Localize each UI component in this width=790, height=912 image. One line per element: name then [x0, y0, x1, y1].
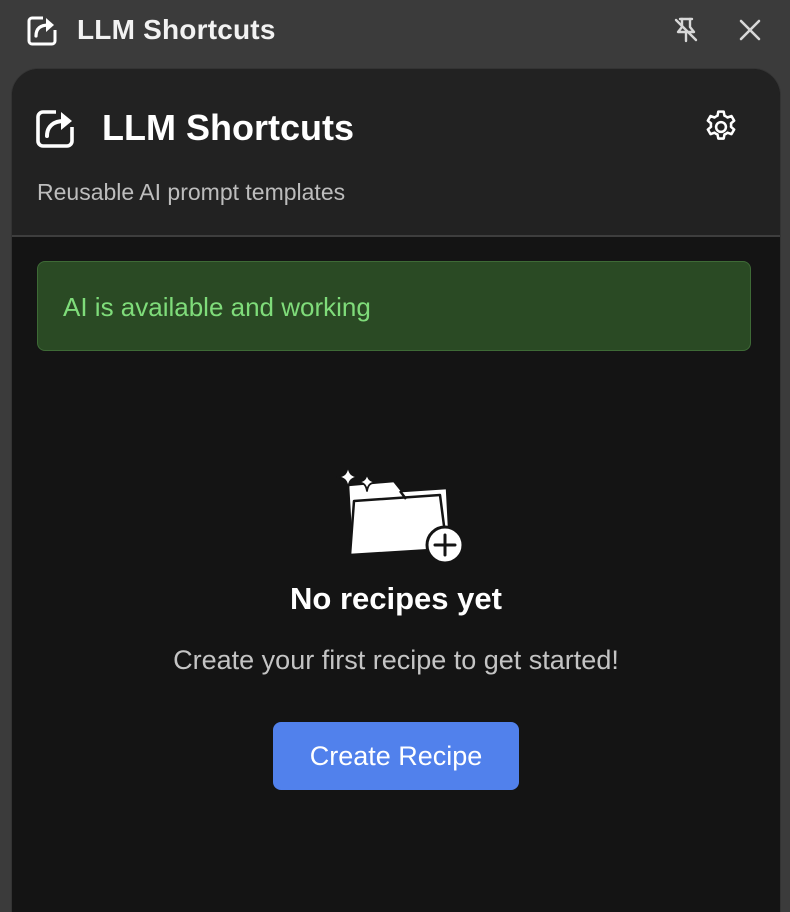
empty-state-title: No recipes yet [290, 581, 502, 616]
share-box-icon [36, 105, 79, 148]
create-recipe-button[interactable]: Create Recipe [273, 722, 519, 790]
gear-icon[interactable] [702, 108, 740, 146]
ai-status-text: AI is available and working [63, 292, 371, 322]
panel-header: LLM Shortcuts Reusable AI prompt templat… [12, 69, 780, 237]
panel-title: LLM Shortcuts [102, 107, 354, 148]
panel-subtitle: Reusable AI prompt templates [37, 179, 346, 205]
share-box-icon [27, 13, 60, 46]
extension-window: LLM Shortcuts LLM Shortcuts Reusable AI … [0, 0, 790, 912]
window-titlebar: LLM Shortcuts [0, 0, 790, 62]
folder-sparkle-plus-icon [336, 464, 462, 565]
empty-state-description: Create your first recipe to get started! [173, 645, 619, 675]
ai-status-banner: AI is available and working [37, 261, 751, 351]
window-title: LLM Shortcuts [77, 14, 276, 45]
side-panel: LLM Shortcuts Reusable AI prompt templat… [11, 68, 781, 912]
close-icon[interactable] [732, 12, 768, 48]
unpin-icon[interactable] [668, 12, 704, 48]
